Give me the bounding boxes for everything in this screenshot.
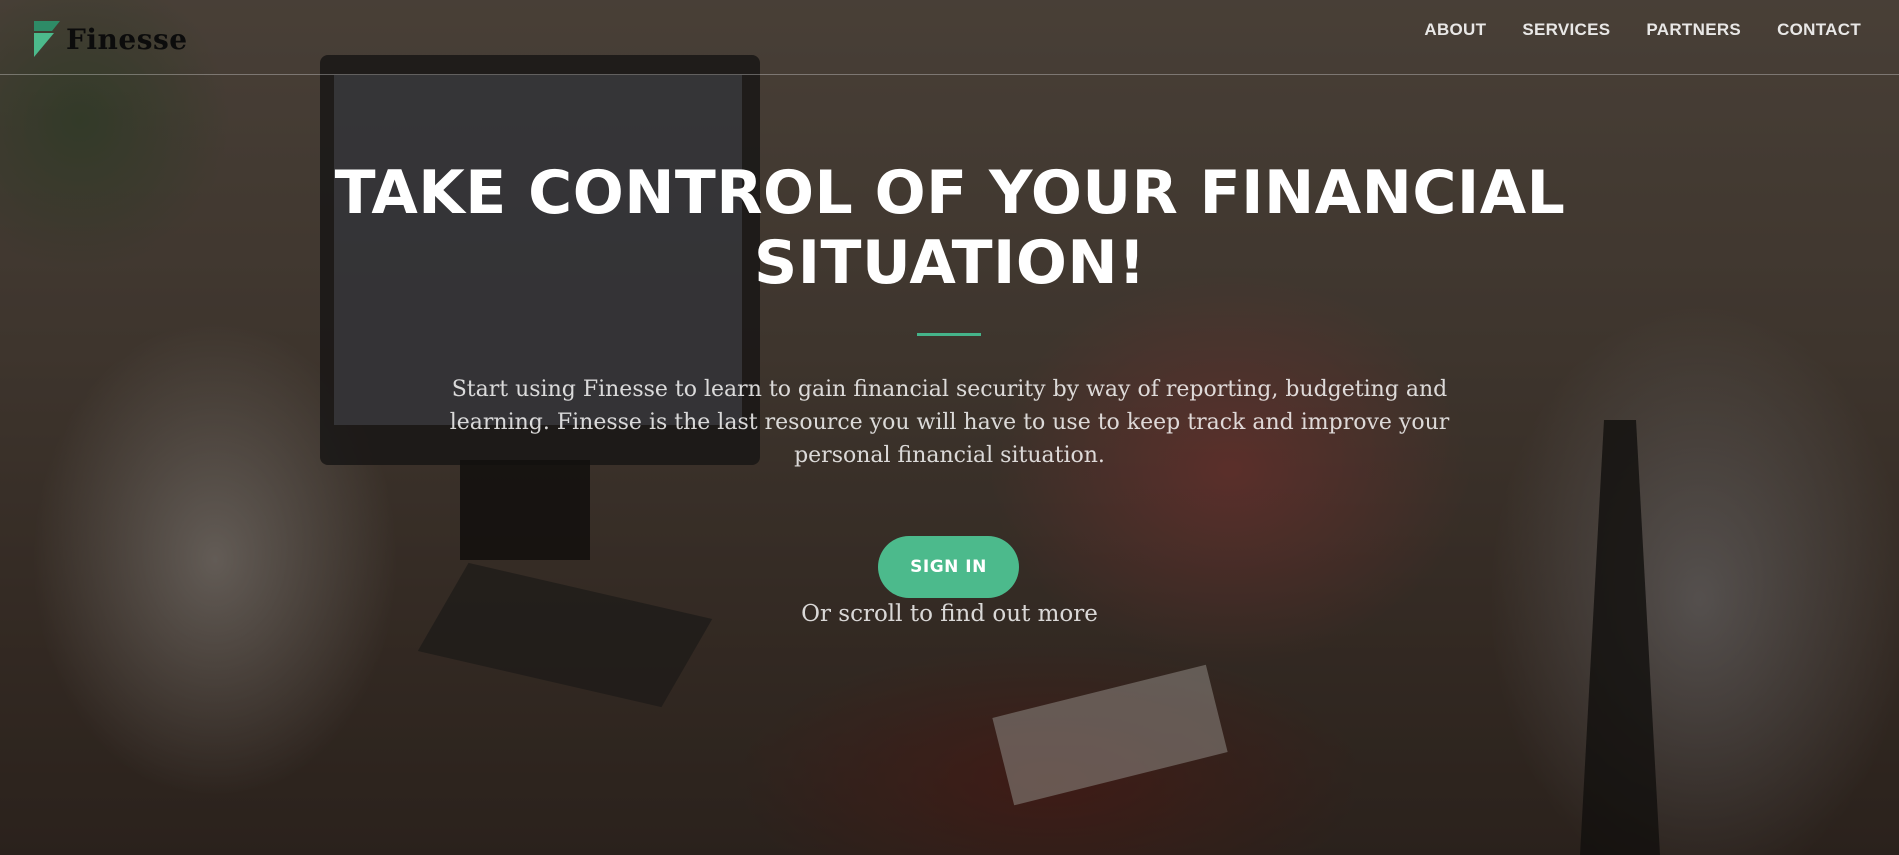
hero-lead-text: Start using Finesse to learn to gain fin… bbox=[449, 377, 1450, 468]
main-nav: ABOUT SERVICES PARTNERS CONTACT bbox=[1406, 18, 1879, 42]
top-navbar: Finesse ABOUT SERVICES PARTNERS CONTACT bbox=[0, 0, 1899, 75]
nav-about[interactable]: ABOUT bbox=[1406, 18, 1504, 42]
brand-logo-link[interactable]: Finesse bbox=[32, 18, 188, 60]
sign-in-button[interactable]: SIGN IN bbox=[878, 536, 1019, 598]
headline-divider bbox=[917, 333, 981, 336]
nav-partners[interactable]: PARTNERS bbox=[1628, 18, 1759, 42]
finesse-flag-logo-icon bbox=[34, 21, 60, 57]
hero-headline: TAKE CONTROL OF YOUR FINANCIAL SITUATION… bbox=[334, 158, 1566, 298]
nav-services[interactable]: SERVICES bbox=[1504, 18, 1628, 42]
scroll-hint-text: Or scroll to find out more bbox=[801, 601, 1098, 627]
hero-section: TAKE CONTROL OF YOUR FINANCIAL SITUATION… bbox=[0, 0, 1899, 855]
landing-page: Finesse ABOUT SERVICES PARTNERS CONTACT … bbox=[0, 0, 1899, 855]
nav-contact[interactable]: CONTACT bbox=[1759, 18, 1879, 42]
brand-name: Finesse bbox=[66, 22, 188, 56]
